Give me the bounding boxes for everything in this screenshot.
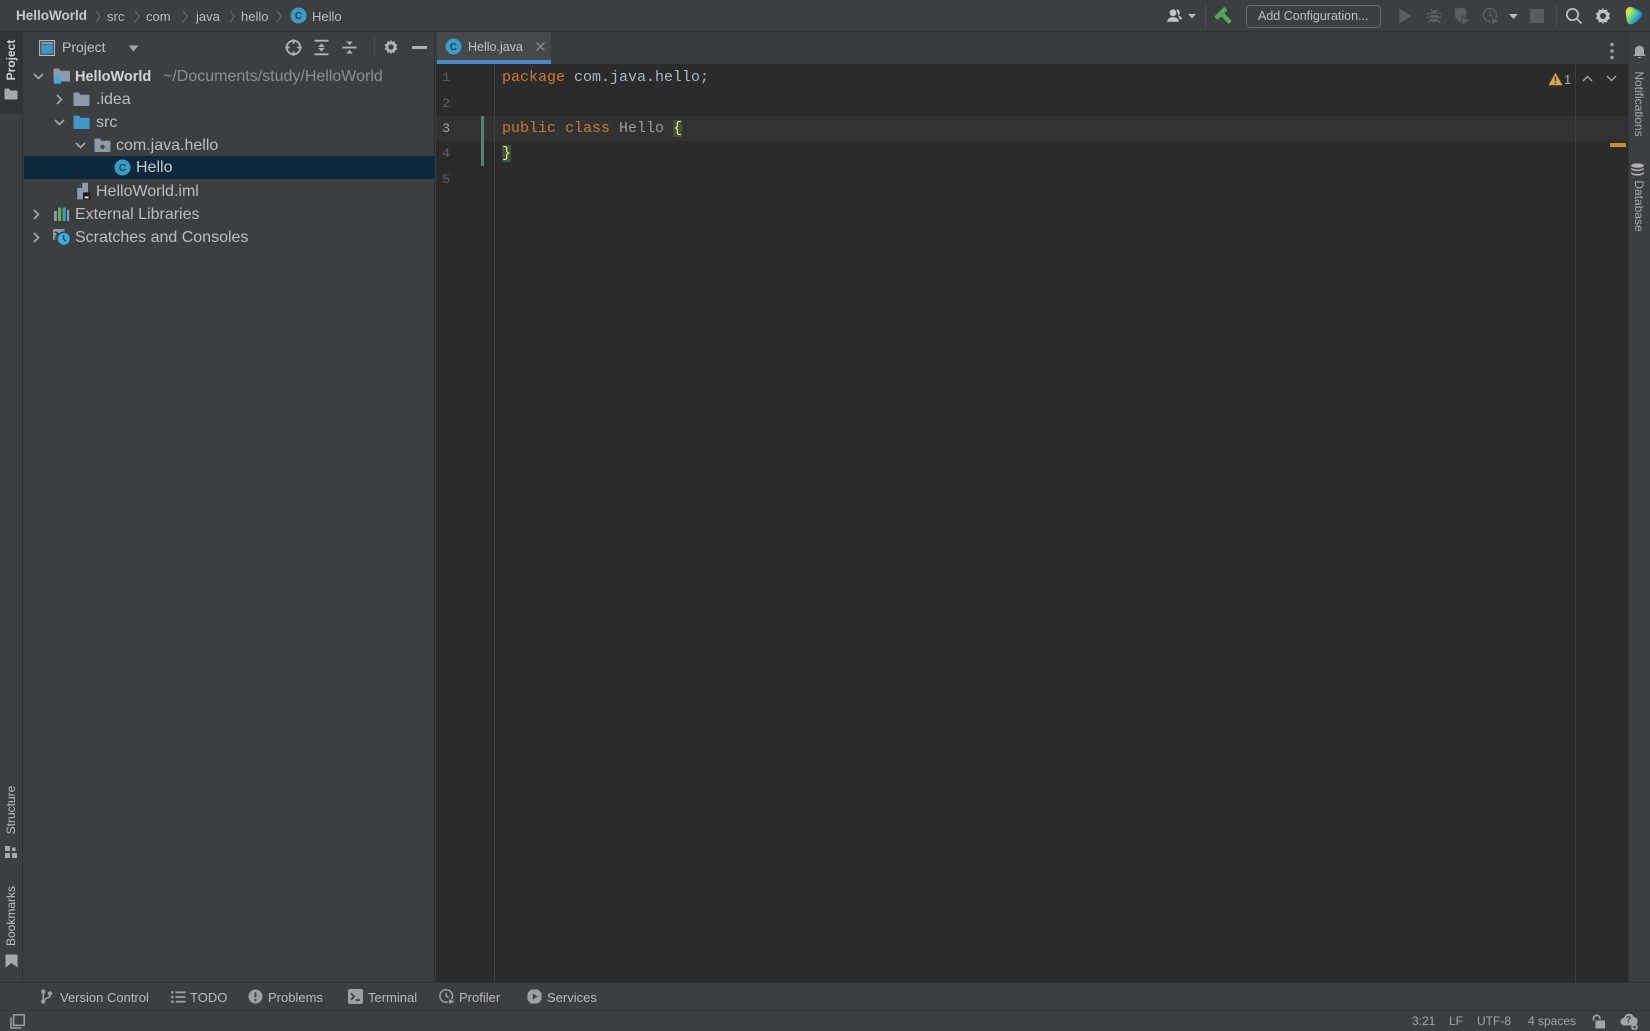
svg-text:?: ? xyxy=(1626,1015,1632,1025)
svg-text:C: C xyxy=(450,42,457,53)
svg-text:C: C xyxy=(295,11,302,22)
svg-text:C: C xyxy=(119,163,126,174)
